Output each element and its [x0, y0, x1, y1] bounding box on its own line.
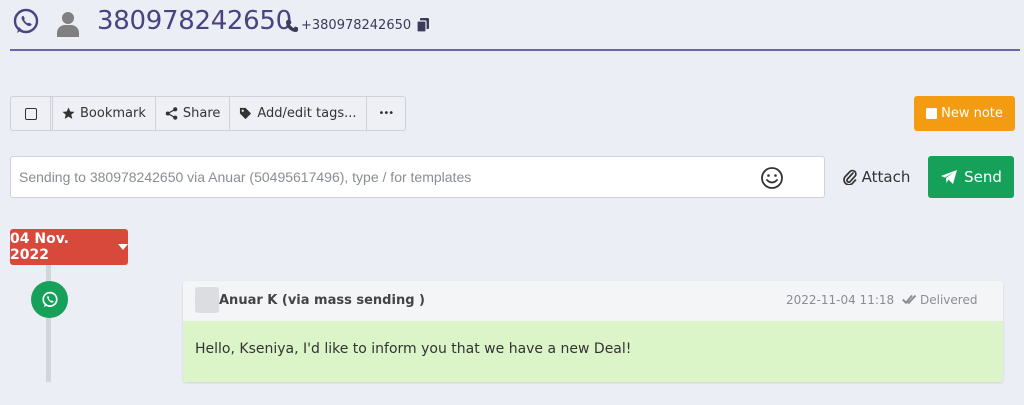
share-icon [165, 107, 178, 120]
phone-number[interactable]: +380978242650 [301, 18, 411, 33]
edit-tags-label: Add/edit tags... [257, 106, 357, 121]
message-card: Anuar K (via mass sending ) 2022-11-04 1… [183, 281, 1003, 382]
send-button[interactable]: Send [928, 156, 1014, 198]
message-composer [10, 156, 825, 198]
copy-icon[interactable] [416, 17, 430, 33]
action-toolbar: Bookmark Share Add/edit tags... ••• [10, 96, 407, 131]
share-button[interactable]: Share [156, 97, 231, 130]
user-icon [57, 12, 79, 37]
star-icon [62, 107, 75, 119]
attach-label: Attach [861, 168, 911, 186]
tag-icon [240, 107, 252, 120]
attach-button[interactable]: Attach [830, 156, 923, 198]
message-input[interactable] [11, 157, 751, 197]
paperclip-icon [842, 169, 857, 185]
edit-tags-button[interactable]: Add/edit tags... [230, 97, 367, 130]
note-icon [926, 108, 938, 119]
double-check-icon [902, 294, 917, 305]
share-label: Share [182, 106, 221, 121]
message-header: Anuar K (via mass sending ) 2022-11-04 1… [183, 281, 1003, 321]
new-note-label: New note [941, 106, 1003, 121]
avatar [195, 287, 219, 313]
whatsapp-badge [31, 281, 68, 318]
checkbox-icon [24, 107, 37, 120]
more-dots-icon: ••• [378, 108, 395, 119]
sender-name: Anuar K (via mass sending ) [219, 293, 425, 308]
date-filter-dropdown[interactable]: 04 Nov. 2022 [10, 229, 128, 265]
caret-down-icon [118, 244, 128, 250]
paper-plane-icon [941, 170, 958, 184]
phone-icon [286, 20, 298, 32]
contact-title: 380978242650 [97, 6, 292, 36]
message-timestamp: 2022-11-04 11:18 [786, 293, 895, 307]
date-label: 04 Nov. 2022 [10, 231, 69, 263]
delivery-status: Delivered [920, 293, 978, 307]
whatsapp-icon [13, 8, 39, 34]
new-note-button[interactable]: New note [914, 96, 1015, 131]
whatsapp-icon [41, 291, 58, 307]
more-button[interactable]: ••• [367, 97, 406, 130]
select-checkbox[interactable] [11, 97, 51, 130]
smile-icon[interactable] [760, 166, 784, 190]
send-label: Send [964, 168, 1002, 186]
bookmark-label: Bookmark [80, 106, 146, 121]
bookmark-button[interactable]: Bookmark [53, 97, 156, 130]
conversation-header: 380978242650 +380978242650 [10, 0, 1020, 51]
message-body: Hello, Kseniya, I'd like to inform you t… [183, 321, 1003, 382]
